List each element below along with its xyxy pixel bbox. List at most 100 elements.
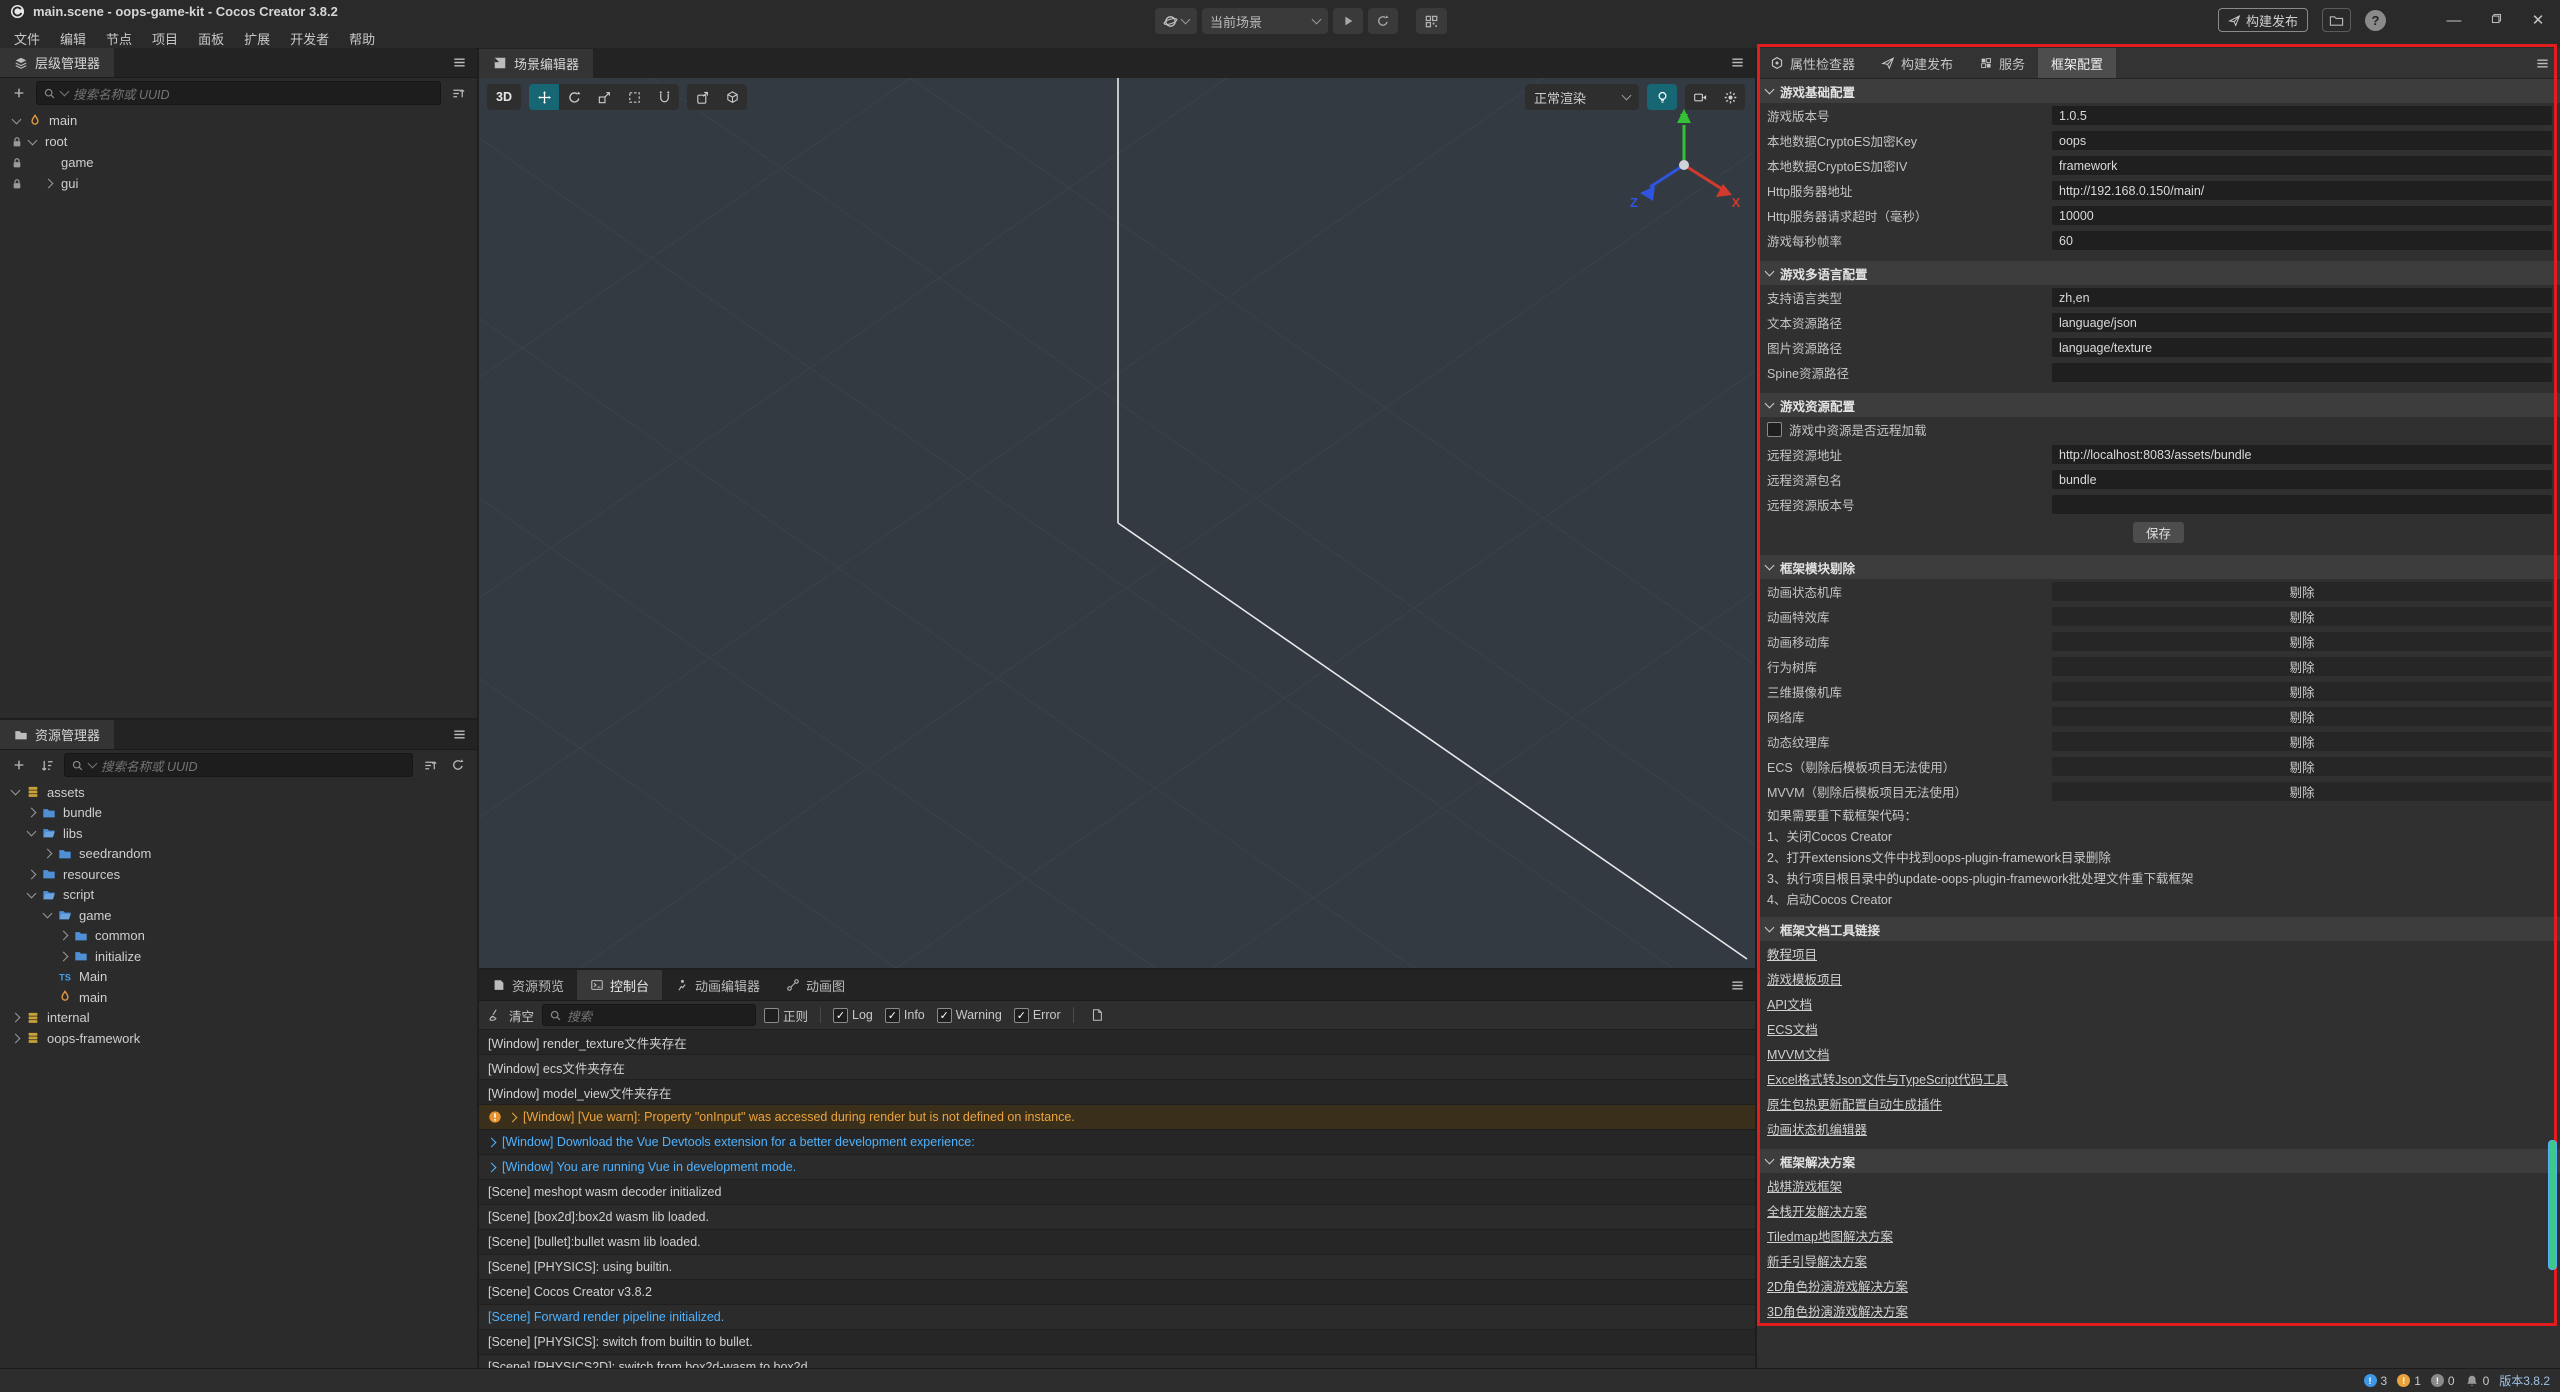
section-header-solutions[interactable]: 框架解决方案 [1757,1149,2560,1173]
filter-checkbox-Info[interactable]: ✓Info [885,1008,925,1023]
module-remove-button[interactable]: 剔除 [2052,582,2552,601]
field-input-文本资源路径[interactable]: language/json [2052,313,2552,332]
asset-node-oops-framework[interactable]: oops-framework [0,1028,477,1049]
pivot-mode-button[interactable] [717,84,747,110]
module-remove-button[interactable]: 剔除 [2052,732,2552,751]
asset-node-bundle[interactable]: bundle [0,803,477,824]
section-header-docs[interactable]: 框架文档工具链接 [1757,917,2560,941]
inspector-tab-框架配置[interactable]: 框架配置 [2038,48,2116,78]
statusbar-notifications[interactable]: 0 [2465,1374,2490,1388]
statusbar-error-count[interactable]: !0 [2431,1374,2455,1388]
hierarchy-filter-button[interactable] [447,82,469,104]
save-button[interactable]: 保存 [2133,522,2184,543]
projection-3d-button[interactable]: 3D [487,84,521,110]
link-全栈开发解决方案[interactable]: 全栈开发解决方案 [1757,1198,2560,1223]
minimize-button[interactable]: — [2440,12,2468,29]
field-input-远程资源包名[interactable]: bundle [2052,470,2552,489]
asset-node-resources[interactable]: resources [0,864,477,885]
link-Excel格式转Json文件与TypeScript代码工具[interactable]: Excel格式转Json文件与TypeScript代码工具 [1757,1066,2560,1091]
assets-sort-button[interactable] [36,754,58,776]
asset-node-script[interactable]: script [0,885,477,906]
hierarchy-node-root[interactable]: root [0,131,477,152]
scale-tool-button[interactable] [589,84,619,110]
log-row[interactable]: [Scene] meshopt wasm decoder initialized [479,1180,1755,1205]
link-3D角色扮演游戏解决方案[interactable]: 3D角色扮演游戏解决方案 [1757,1298,2560,1323]
module-remove-button[interactable]: 剔除 [2052,657,2552,676]
log-row[interactable]: [Scene] Cocos Creator v3.8.2 [479,1280,1755,1305]
link-游戏模板项目[interactable]: 游戏模板项目 [1757,966,2560,991]
assets-refresh-button[interactable] [447,754,469,776]
inspector-tab-属性检查器[interactable]: 属性检查器 [1757,48,1868,78]
link-教程项目[interactable]: 教程项目 [1757,941,2560,966]
link-API文档[interactable]: API文档 [1757,991,2560,1016]
field-input-远程资源地址[interactable]: http://localhost:8083/assets/bundle [2052,445,2552,464]
log-row[interactable]: [Scene] [bullet]:bullet wasm lib loaded. [479,1230,1755,1255]
field-input-Spine资源路径[interactable] [2052,363,2552,382]
module-remove-button[interactable]: 剔除 [2052,757,2552,776]
log-row[interactable]: [Window] [Vue warn]: Property "onInput" … [479,1105,1755,1130]
move-tool-button[interactable] [529,84,559,110]
hierarchy-add-button[interactable] [8,82,30,104]
filter-checkbox-Warning[interactable]: ✓Warning [937,1008,1002,1023]
close-button[interactable]: ✕ [2524,11,2552,29]
link-战棋游戏框架[interactable]: 战棋游戏框架 [1757,1173,2560,1198]
asset-node-seedrandom[interactable]: seedrandom [0,844,477,865]
field-input-支持语言类型[interactable]: zh,en [2052,288,2552,307]
maximize-button[interactable] [2482,12,2510,29]
asset-node-Main[interactable]: TSMain [0,967,477,988]
log-row[interactable]: [Window] You are running Vue in developm… [479,1155,1755,1180]
scene-select-dropdown[interactable]: 当前场景 [1202,8,1328,34]
section-header-modules[interactable]: 框架模块剔除 [1757,555,2560,579]
asset-node-game[interactable]: game [0,905,477,926]
log-row[interactable]: [Window] Download the Vue Devtools exten… [479,1130,1755,1155]
link-2D角色扮演游戏解决方案[interactable]: 2D角色扮演游戏解决方案 [1757,1273,2560,1298]
assets-filter-button[interactable] [419,754,441,776]
asset-node-libs[interactable]: libs [0,823,477,844]
rect-tool-button[interactable] [619,84,649,110]
camera-settings-button[interactable] [1685,84,1715,110]
assets-menu-button[interactable] [452,727,467,745]
field-input-Http服务器地址[interactable]: http://192.168.0.150/main/ [2052,181,2552,200]
render-mode-dropdown[interactable]: 正常渲染 [1525,84,1639,110]
hierarchy-search-input[interactable]: 搜索名称或 UUID [36,81,441,105]
expand-chevron-icon[interactable] [487,1137,497,1147]
module-remove-button[interactable]: 剔除 [2052,707,2552,726]
link-MVVM文档[interactable]: MVVM文档 [1757,1041,2560,1066]
build-publish-button[interactable]: 构建发布 [2218,8,2308,32]
console-tab-资源预览[interactable]: 资源预览 [479,970,577,1000]
play-button[interactable] [1333,8,1363,34]
filter-checkbox-Log[interactable]: ✓Log [833,1008,873,1023]
restart-button[interactable] [1368,8,1398,34]
scene-menu-button[interactable] [1730,55,1745,73]
link-Tiledmap地图解决方案[interactable]: Tiledmap地图解决方案 [1757,1223,2560,1248]
log-row[interactable]: [Window] model_view文件夹存在 [479,1080,1755,1105]
console-clear-button[interactable]: 清空 [487,1006,534,1025]
asset-node-initialize[interactable]: initialize [0,946,477,967]
asset-node-common[interactable]: common [0,926,477,947]
tab-hierarchy[interactable]: 层级管理器 [0,48,114,77]
open-project-folder-button[interactable] [2322,8,2351,32]
rotate-tool-button[interactable] [559,84,589,110]
field-input-游戏版本号[interactable]: 1.0.5 [2052,106,2552,125]
field-input-本地数据CryptoES加密IV[interactable]: framework [2052,156,2552,175]
gizmo-combo-tool-button[interactable] [649,84,679,110]
module-remove-button[interactable]: 剔除 [2052,632,2552,651]
scene-gear-button[interactable] [1715,84,1745,110]
module-remove-button[interactable]: 剔除 [2052,782,2552,801]
asset-node-assets[interactable]: assets [0,782,477,803]
assets-search-input[interactable]: 搜索名称或 UUID [64,753,413,777]
log-row[interactable]: [Window] ecs文件夹存在 [479,1055,1755,1080]
inspector-tab-服务[interactable]: 服务 [1966,48,2038,78]
scene-viewport[interactable]: Y X Z 3D [479,78,1755,968]
snap-settings-button[interactable] [687,84,717,110]
inspector-menu-button[interactable] [2535,56,2550,74]
field-input-远程资源版本号[interactable] [2052,495,2552,514]
inspector-scrollbar-thumb[interactable] [2548,1140,2557,1270]
statusbar-message-count[interactable]: !3 [2364,1374,2388,1388]
console-tab-动画图[interactable]: 动画图 [773,970,858,1000]
console-menu-button[interactable] [1730,978,1745,996]
help-button[interactable]: ? [2365,10,2386,31]
section-header-lang[interactable]: 游戏多语言配置 [1757,261,2560,285]
expand-chevron-icon[interactable] [508,1112,518,1122]
log-row[interactable]: [Window] render_texture文件夹存在 [479,1030,1755,1055]
